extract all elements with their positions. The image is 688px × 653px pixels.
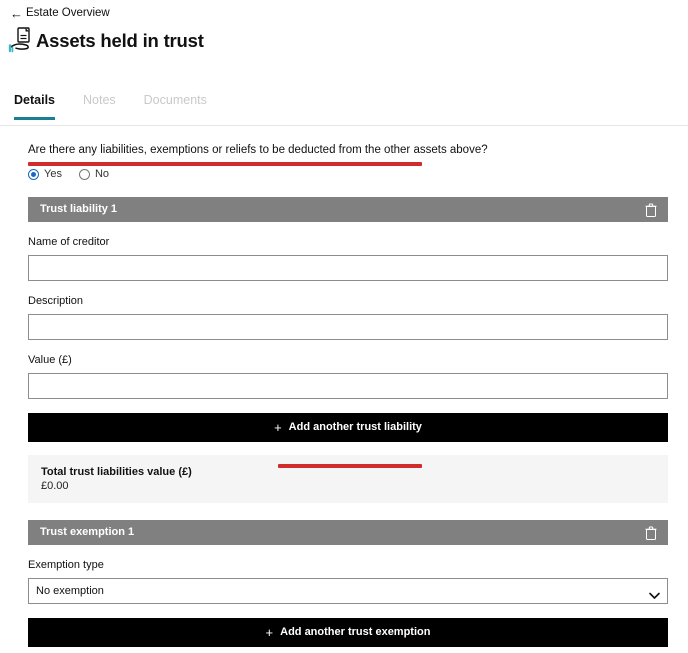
value-label: Value (£)	[28, 354, 72, 366]
plus-icon: +	[265, 625, 274, 640]
trust-exemption-header-label: Trust exemption 1	[40, 526, 135, 538]
radio-yes-label[interactable]: Yes	[44, 168, 62, 180]
delete-trust-liability-button[interactable]	[644, 202, 658, 218]
trust-liability-header-label: Trust liability 1	[40, 203, 118, 215]
total-trust-liabilities-box: Total trust liabilities value (£) £0.00	[28, 455, 668, 503]
tab-details[interactable]: Details	[14, 92, 55, 120]
radio-yes[interactable]	[28, 168, 39, 180]
name-of-creditor-input[interactable]	[28, 255, 668, 281]
plus-icon: +	[274, 420, 282, 435]
details-panel: Are there any liabilities, exemptions or…	[0, 127, 688, 647]
tab-notes[interactable]: Notes	[83, 92, 116, 119]
trash-icon	[645, 203, 657, 217]
back-link[interactable]: ← Estate Overview	[10, 6, 110, 20]
delete-trust-exemption-button[interactable]	[644, 525, 658, 541]
trust-exemption-header: Trust exemption 1	[28, 520, 668, 545]
liabilities-question-text: Are there any liabilities, exemptions or…	[28, 144, 488, 156]
radio-no-label[interactable]: No	[95, 168, 109, 180]
radio-no[interactable]	[78, 168, 90, 180]
value-input[interactable]	[28, 373, 668, 399]
liabilities-radio-group: Yes No	[28, 168, 668, 180]
add-trust-liability-wrap: + Add another trust liability	[28, 413, 668, 468]
annotation-underline-add-liability	[278, 464, 422, 468]
tab-documents[interactable]: Documents	[144, 92, 207, 119]
add-another-trust-liability-label: Add another trust liability	[288, 421, 422, 433]
exemption-type-select-wrap: No exemption	[28, 578, 668, 604]
page-title: Assets held in trust	[36, 30, 204, 51]
exemption-type-select[interactable]: No exemption	[28, 578, 668, 604]
hand-holding-document-icon	[8, 26, 34, 56]
trash-icon	[645, 526, 657, 540]
back-link-label: Estate Overview	[26, 7, 110, 19]
exemption-type-label: Exemption type	[28, 559, 104, 571]
tab-bar: Details Notes Documents	[0, 92, 688, 126]
liabilities-question: Are there any liabilities, exemptions or…	[28, 143, 668, 166]
description-label: Description	[28, 295, 84, 307]
description-input[interactable]	[28, 314, 668, 340]
add-trust-exemption-wrap: + Add another trust exemption	[28, 618, 668, 647]
page-root: ← Estate Overview Assets held in trust D…	[0, 0, 688, 653]
add-another-trust-exemption-button[interactable]: + Add another trust exemption	[28, 618, 668, 647]
add-another-trust-exemption-label: Add another trust exemption	[280, 626, 431, 638]
trust-liability-header: Trust liability 1	[28, 197, 668, 222]
add-another-trust-liability-button[interactable]: + Add another trust liability	[28, 413, 668, 442]
arrow-left-icon: ←	[10, 5, 23, 21]
name-of-creditor-label: Name of creditor	[28, 236, 110, 248]
total-trust-liabilities-value: £0.00	[41, 480, 69, 492]
annotation-underline-question	[28, 162, 422, 166]
page-title-row: Assets held in trust	[8, 24, 204, 58]
